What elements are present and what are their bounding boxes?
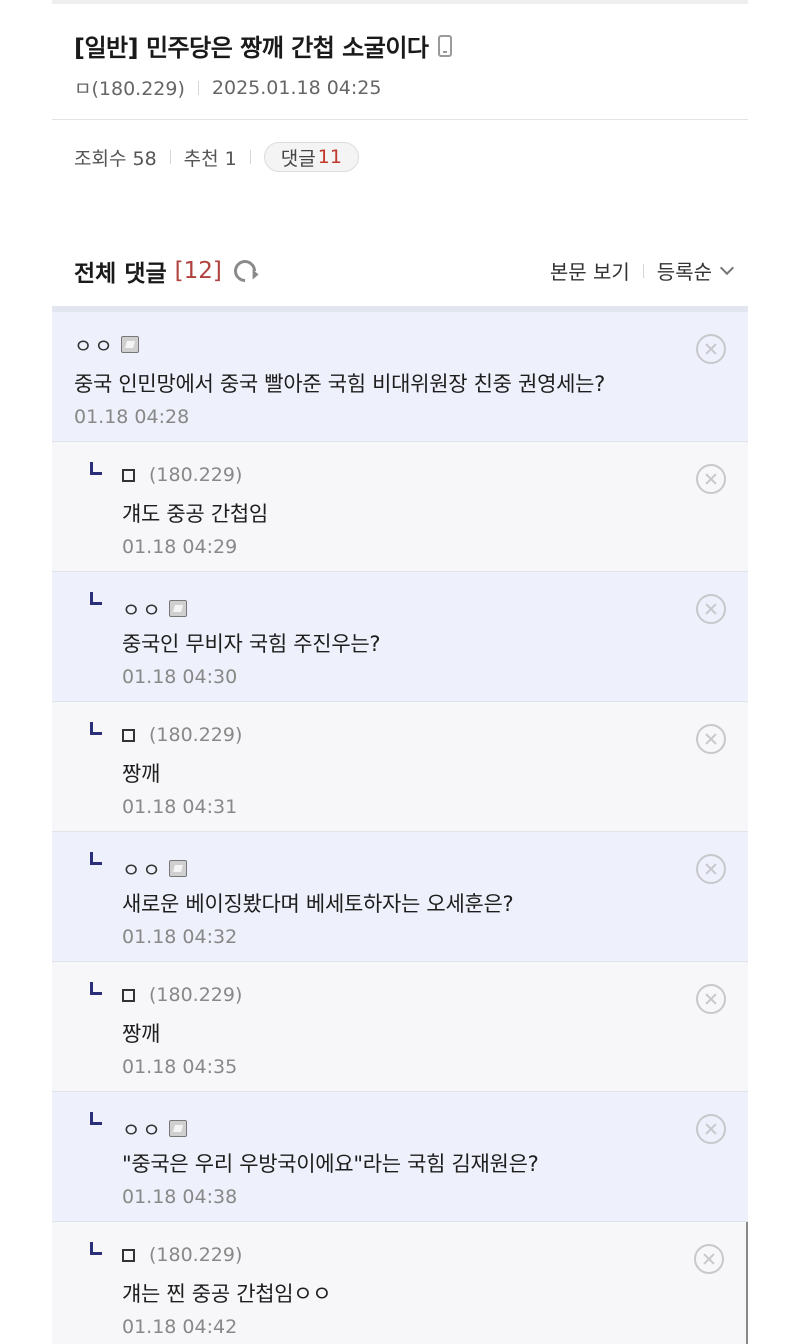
reply-comment: ㅇㅇ 새로운 베이징봤다며 베세토하자는 오세훈은? 01.18 04:32 bbox=[52, 832, 748, 962]
comment-text: 짱깨 bbox=[122, 762, 161, 786]
delete-comment-button[interactable] bbox=[696, 594, 726, 624]
comment-author[interactable]: ㅇㅇ bbox=[122, 594, 187, 623]
author-square-icon bbox=[122, 988, 135, 1002]
comment-author[interactable]: (180.229) bbox=[122, 984, 242, 1006]
comment-author[interactable]: ㅇㅇ bbox=[122, 854, 187, 883]
author-ip: (180.229) bbox=[149, 984, 243, 1006]
view-post-link[interactable]: 본문 보기 bbox=[550, 256, 630, 285]
comment-text: 짱깨 bbox=[122, 1022, 161, 1046]
divider bbox=[642, 263, 644, 278]
comment-text: 중국인 무비자 국힘 주진우는? bbox=[122, 632, 381, 656]
delete-comment-button[interactable] bbox=[696, 984, 726, 1014]
reply-arrow-icon bbox=[90, 982, 102, 995]
divider bbox=[197, 80, 199, 95]
comment-date: 01.18 04:35 bbox=[122, 1056, 238, 1078]
post-title-text: [일반] 민주당은 짱깨 간첩 소굴이다 bbox=[74, 34, 429, 62]
reply-label: 댓글 bbox=[280, 147, 316, 170]
mobile-icon bbox=[438, 34, 453, 57]
comment-date: 01.18 04:38 bbox=[122, 1186, 238, 1208]
reply-arrow-icon bbox=[90, 722, 102, 735]
reply-arrow-icon bbox=[90, 592, 102, 605]
comment-author[interactable]: (180.229) bbox=[122, 464, 242, 486]
reply-comment: (180.229) 짱깨 01.18 04:35 bbox=[52, 962, 748, 1092]
reply-count: 11 bbox=[317, 146, 342, 168]
author-square-icon bbox=[122, 1248, 135, 1262]
refresh-icon[interactable] bbox=[229, 255, 261, 287]
reply-comment: (180.229) 짱깨 01.18 04:31 bbox=[52, 702, 748, 832]
recommend-count: 추천 1 bbox=[183, 147, 237, 170]
author-ip: (180.229) bbox=[149, 464, 243, 486]
comment-text: 중국 인민망에서 중국 빨아준 국힘 비대위원장 친중 권영세는? bbox=[74, 372, 605, 396]
delete-comment-button[interactable] bbox=[696, 854, 726, 884]
reply-arrow-icon bbox=[90, 1242, 102, 1255]
delete-comment-button[interactable] bbox=[696, 1114, 726, 1144]
reply-comment: (180.229) 걔는 찐 중공 간첩임ㅇㅇ 01.18 04:42 bbox=[52, 1222, 748, 1344]
divider bbox=[169, 150, 171, 164]
author-nickname: ㅇㅇ bbox=[74, 334, 115, 358]
post-author[interactable]: ㅁ(180.229) bbox=[74, 74, 185, 101]
gallog-icon[interactable] bbox=[168, 1120, 187, 1137]
sort-dropdown[interactable]: 등록순 bbox=[657, 256, 712, 285]
comments-count: [12] bbox=[174, 258, 222, 284]
reply-comment: (180.229) 걔도 중공 간첩임 01.18 04:29 bbox=[52, 442, 748, 572]
delete-comment-button[interactable] bbox=[696, 464, 726, 494]
comment-date: 01.18 04:32 bbox=[122, 926, 238, 948]
reply-arrow-icon bbox=[90, 462, 102, 475]
gallog-icon[interactable] bbox=[120, 336, 139, 353]
author-ip: (180.229) bbox=[149, 1244, 243, 1266]
author-nickname: ㅇㅇ bbox=[122, 598, 163, 622]
comment-date: 01.18 04:31 bbox=[122, 796, 238, 818]
comment-list: ㅇㅇ 중국 인민망에서 중국 빨아준 국힘 비대위원장 친중 권영세는? 01.… bbox=[52, 306, 748, 1344]
author-nickname: ㅇㅇ bbox=[122, 1118, 163, 1142]
comment-author[interactable]: ㅇㅇ bbox=[74, 330, 139, 359]
divider bbox=[249, 150, 251, 164]
comment-text: "중국은 우리 우방국이에요"라는 국힘 김재원은? bbox=[122, 1152, 539, 1176]
comment-text: 걔도 중공 간첩임 bbox=[122, 502, 268, 526]
post-header: [일반] 민주당은 짱깨 간첩 소굴이다 ㅁ(180.229) 2025.01.… bbox=[52, 12, 748, 120]
comment-author[interactable]: ㅇㅇ bbox=[122, 1114, 187, 1143]
post-meta: ㅁ(180.229) 2025.01.18 04:25 bbox=[74, 74, 381, 101]
author-square-icon bbox=[122, 728, 135, 742]
gallog-icon[interactable] bbox=[168, 860, 187, 877]
gallog-icon[interactable] bbox=[168, 600, 187, 617]
comment-author[interactable]: (180.229) bbox=[122, 1244, 242, 1266]
delete-comment-button[interactable] bbox=[694, 1244, 724, 1274]
comments-header: 전체 댓글 [12] 본문 보기 등록순 bbox=[52, 248, 748, 304]
comment-date: 01.18 04:30 bbox=[122, 666, 238, 688]
author-nickname: ㅇㅇ bbox=[122, 858, 163, 882]
comment-date: 01.18 04:29 bbox=[122, 536, 238, 558]
reply-comment: ㅇㅇ 중국인 무비자 국힘 주진우는? 01.18 04:30 bbox=[52, 572, 748, 702]
delete-comment-button[interactable] bbox=[696, 724, 726, 754]
author-square-icon bbox=[122, 468, 135, 482]
comment-date: 01.18 04:28 bbox=[74, 406, 190, 428]
reply-arrow-icon bbox=[90, 1112, 102, 1125]
post-title: [일반] 민주당은 짱깨 간첩 소굴이다 bbox=[74, 28, 453, 63]
reply-arrow-icon bbox=[90, 852, 102, 865]
view-count: 조회수 58 bbox=[74, 147, 157, 170]
comment-author[interactable]: (180.229) bbox=[122, 724, 242, 746]
sort-label: 등록순 bbox=[656, 260, 712, 284]
reply-count-button[interactable]: 댓글 11 bbox=[263, 142, 359, 172]
comments-title: 전체 댓글 [12] bbox=[74, 254, 261, 288]
comment-text: 새로운 베이징봤다며 베세토하자는 오세훈은? bbox=[122, 892, 514, 916]
author-ip: (180.229) bbox=[149, 724, 243, 746]
comment-text: 걔는 찐 중공 간첩임ㅇㅇ bbox=[122, 1282, 332, 1306]
reply-comment: ㅇㅇ "중국은 우리 우방국이에요"라는 국힘 김재원은? 01.18 04:3… bbox=[52, 1092, 748, 1222]
comment-date: 01.18 04:42 bbox=[122, 1316, 238, 1338]
comments-controls: 본문 보기 등록순 bbox=[550, 256, 735, 285]
top-divider bbox=[52, 0, 748, 8]
chevron-down-icon[interactable] bbox=[719, 260, 735, 275]
post-date: 2025.01.18 04:25 bbox=[211, 76, 382, 99]
delete-comment-button[interactable] bbox=[696, 334, 726, 364]
post-stats: 조회수 58 추천 1 댓글 11 bbox=[74, 142, 359, 172]
comments-title-text: 전체 댓글 bbox=[74, 261, 167, 287]
comment: ㅇㅇ 중국 인민망에서 중국 빨아준 국힘 비대위원장 친중 권영세는? 01.… bbox=[52, 312, 748, 442]
